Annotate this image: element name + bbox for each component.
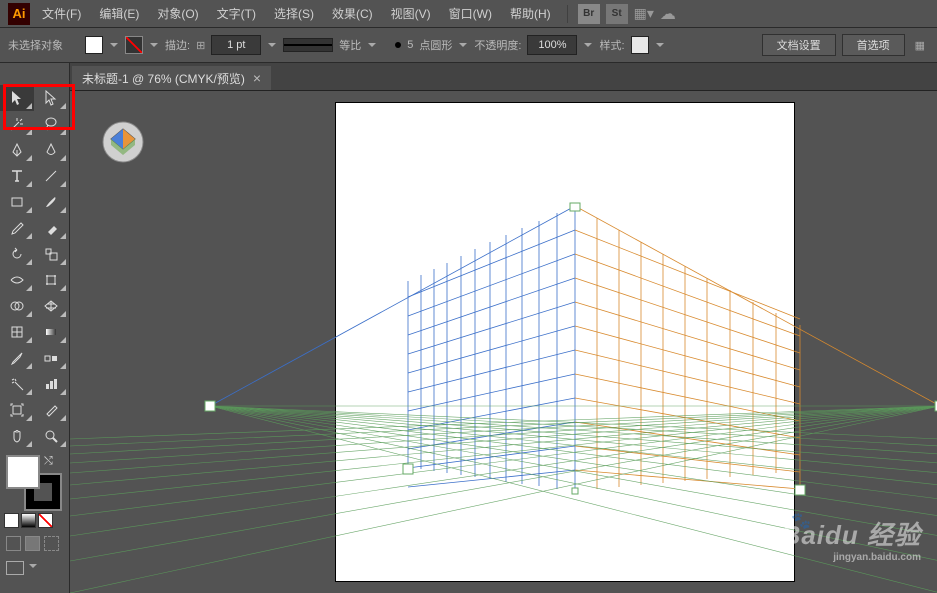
- fill-stroke-control[interactable]: ⤭: [6, 455, 60, 509]
- blend-tool[interactable]: [34, 345, 68, 371]
- screen-mode-dropdown[interactable]: [28, 561, 38, 571]
- opacity-dropdown[interactable]: [583, 40, 593, 50]
- draw-normal-icon[interactable]: [6, 536, 21, 551]
- watermark: Baidu 经验 jingyan.baidu.com: [782, 515, 921, 563]
- control-bar: 未选择对象 描边: ⊞ 等比 5 点圆形 不透明度: 样式: 文档设置 首选项 …: [0, 28, 937, 63]
- style-dropdown[interactable]: [655, 40, 665, 50]
- perspective-grid-tool[interactable]: [34, 293, 68, 319]
- document-tab-bar: 未标题-1 @ 76% (CMYK/预览) ×: [0, 63, 937, 91]
- brush-label: 点圆形: [419, 37, 452, 53]
- profile-label: 等比: [339, 37, 361, 53]
- profile-dropdown[interactable]: [367, 40, 377, 50]
- color-mode-row: [4, 513, 69, 528]
- watermark-brand: Baidu 经验: [782, 520, 921, 550]
- color-mode-solid[interactable]: [4, 513, 19, 528]
- line-tool[interactable]: [34, 163, 68, 189]
- menu-window[interactable]: 窗口(W): [443, 1, 498, 26]
- menu-edit[interactable]: 编辑(E): [93, 1, 145, 26]
- document-setup-button[interactable]: 文档设置: [762, 34, 836, 56]
- slice-tool[interactable]: [34, 397, 68, 423]
- fill-swatch[interactable]: [85, 36, 103, 54]
- document-tab-title: 未标题-1 @ 76% (CMYK/预览): [82, 70, 245, 87]
- bridge-button[interactable]: Br: [578, 4, 600, 24]
- menu-select[interactable]: 选择(S): [268, 1, 320, 26]
- lasso-tool[interactable]: [34, 111, 68, 137]
- graphic-style-swatch[interactable]: [631, 36, 649, 54]
- stroke-label: 描边:: [165, 37, 190, 53]
- fill-dropdown[interactable]: [109, 40, 119, 50]
- screen-mode-icon[interactable]: [6, 561, 24, 575]
- magic-wand-tool[interactable]: [0, 111, 34, 137]
- menu-view[interactable]: 视图(V): [385, 1, 437, 26]
- eyedropper-tool[interactable]: [0, 345, 34, 371]
- paintbrush-tool[interactable]: [34, 189, 68, 215]
- color-mode-none[interactable]: [38, 513, 53, 528]
- opacity-label: 不透明度:: [474, 37, 521, 53]
- app-logo: Ai: [8, 3, 30, 25]
- symbol-sprayer-tool[interactable]: [0, 371, 34, 397]
- perspective-plane-widget[interactable]: [102, 121, 144, 163]
- gradient-tool[interactable]: [34, 319, 68, 345]
- stroke-dropdown[interactable]: [149, 40, 159, 50]
- stroke-weight-dropdown[interactable]: [267, 40, 277, 50]
- draw-behind-icon[interactable]: [25, 536, 40, 551]
- brush-point-count: 5: [407, 39, 413, 51]
- menu-help[interactable]: 帮助(H): [504, 1, 557, 26]
- shaper-tool[interactable]: [0, 215, 34, 241]
- canvas-area[interactable]: 🐾 Baidu 经验 jingyan.baidu.com: [70, 91, 937, 593]
- toolbox: ⤭: [0, 63, 70, 593]
- zoom-tool[interactable]: [34, 423, 68, 449]
- width-tool[interactable]: [0, 267, 34, 293]
- preferences-button[interactable]: 首选项: [842, 34, 905, 56]
- stroke-profile-preview[interactable]: [283, 38, 333, 52]
- pen-tool[interactable]: [0, 137, 34, 163]
- selection-status: 未选择对象: [8, 37, 63, 53]
- scale-tool[interactable]: [34, 241, 68, 267]
- mesh-tool[interactable]: [0, 319, 34, 345]
- artboard-tool[interactable]: [0, 397, 34, 423]
- column-graph-tool[interactable]: [34, 371, 68, 397]
- arrange-documents-icon[interactable]: ▦▾: [634, 5, 654, 22]
- menu-bar: Ai 文件(F) 编辑(E) 对象(O) 文字(T) 选择(S) 效果(C) 视…: [0, 0, 937, 28]
- eraser-tool[interactable]: [34, 215, 68, 241]
- shape-builder-tool[interactable]: [0, 293, 34, 319]
- opacity-input[interactable]: [527, 35, 577, 55]
- watermark-url: jingyan.baidu.com: [782, 552, 921, 563]
- menu-type[interactable]: 文字(T): [211, 1, 262, 26]
- artboard: [335, 102, 795, 582]
- stock-button[interactable]: St: [606, 4, 628, 24]
- menu-object[interactable]: 对象(O): [151, 1, 204, 26]
- rotate-tool[interactable]: [0, 241, 34, 267]
- selection-tool[interactable]: [0, 85, 34, 111]
- direct-selection-tool[interactable]: [34, 85, 68, 111]
- color-mode-gradient[interactable]: [21, 513, 36, 528]
- rectangle-tool[interactable]: [0, 189, 34, 215]
- free-transform-tool[interactable]: [34, 267, 68, 293]
- curvature-tool[interactable]: [34, 137, 68, 163]
- hand-tool[interactable]: [0, 423, 34, 449]
- draw-inside-icon[interactable]: [44, 536, 59, 551]
- tab-close-button[interactable]: ×: [253, 70, 261, 86]
- stroke-swatch[interactable]: [125, 36, 143, 54]
- fill-color-box[interactable]: [6, 455, 40, 489]
- style-label: 样式:: [599, 37, 624, 53]
- document-tab[interactable]: 未标题-1 @ 76% (CMYK/预览) ×: [72, 66, 271, 90]
- stroke-weight-input[interactable]: [211, 35, 261, 55]
- type-tool[interactable]: [0, 163, 34, 189]
- brush-dropdown[interactable]: [458, 40, 468, 50]
- menu-file[interactable]: 文件(F): [36, 1, 87, 26]
- menu-effect[interactable]: 效果(C): [326, 1, 379, 26]
- sync-icon[interactable]: ☁: [660, 4, 676, 24]
- swap-fill-stroke-icon[interactable]: ⤭: [44, 455, 58, 469]
